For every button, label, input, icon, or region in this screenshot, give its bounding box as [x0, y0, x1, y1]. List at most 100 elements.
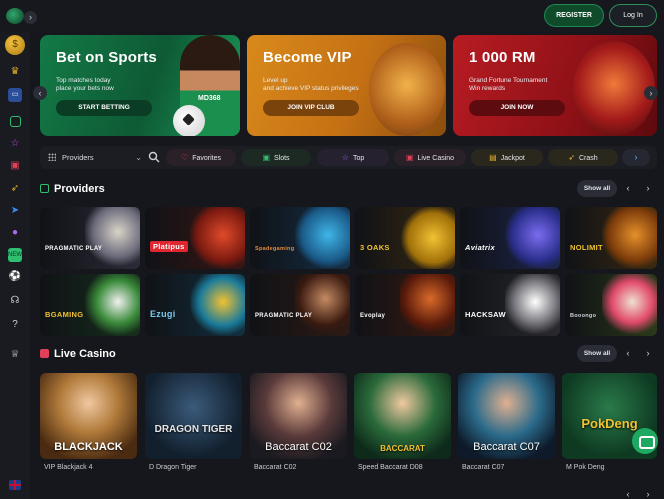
brand-logo: MD368 [198, 95, 221, 102]
provider-art [295, 207, 350, 269]
provider-art [505, 274, 560, 336]
provider-tile[interactable]: Platipus [145, 207, 245, 269]
filter-slots[interactable]: ▣ Slots [241, 149, 311, 166]
provider-tile[interactable]: PRAGMATIC PLAY [250, 274, 350, 336]
pill-label: Crash [579, 155, 598, 162]
filter-jackpot[interactable]: ▤ Jackpot [471, 149, 543, 166]
help-icon[interactable]: ? [8, 318, 22, 332]
arrow-icon[interactable]: ➤ [8, 204, 22, 218]
provider-art [85, 274, 140, 336]
live-game-name: M Pok Deng [566, 464, 605, 471]
live-game-name: D Dragon Tiger [149, 464, 197, 471]
star-icon[interactable]: ☆ [8, 137, 22, 151]
join-now-button[interactable]: JOIN NOW [469, 100, 565, 116]
provider-tile[interactable]: Aviatrix [460, 207, 560, 269]
live-game-tile[interactable]: DRAGON TIGER [145, 373, 242, 459]
coin-icon[interactable]: $ [5, 35, 25, 55]
pill-label: Favorites [192, 155, 221, 162]
provider-name: Booongo [570, 313, 597, 319]
join-vip-button[interactable]: JOIN VIP CLUB [263, 100, 359, 116]
live-casino-show-all-button[interactable]: Show all [577, 345, 617, 362]
provider-name: Ezugi [150, 309, 176, 319]
live-casino-next-button[interactable]: › [643, 347, 653, 359]
chevron-down-icon: ⌄ [135, 153, 142, 162]
start-betting-button[interactable]: START BETTING [56, 100, 152, 116]
providers-dropdown-label: Providers [62, 153, 94, 162]
banner-prev-button[interactable]: ‹ [33, 86, 47, 100]
provider-tile[interactable]: Evoplay [355, 274, 455, 336]
uk-flag-icon[interactable] [9, 480, 21, 490]
new-icon[interactable]: NEW [8, 248, 22, 262]
live-game-tile[interactable]: BLACKJACK [40, 373, 137, 459]
provider-name: NOLIMIT [570, 243, 603, 252]
provider-art [85, 207, 140, 269]
headset-icon[interactable]: ☊ [8, 294, 22, 308]
next-section-next-button[interactable]: › [643, 488, 653, 499]
crown-icon[interactable]: ♛ [8, 65, 22, 79]
chip-icon[interactable]: ● [8, 226, 22, 240]
logo-icon[interactable] [6, 8, 24, 24]
pill-label: Jackpot [500, 155, 525, 162]
live-game-tile[interactable]: BACCARAT [354, 373, 451, 459]
provider-tile[interactable]: BGAMING [40, 274, 140, 336]
pill-label: Live Casino [417, 155, 455, 162]
live-game-caption: Baccarat C07 [473, 441, 540, 453]
filter-favorites[interactable]: ♡ Favorites [166, 149, 236, 166]
search-icon[interactable] [148, 151, 160, 163]
providers-prev-button[interactable]: ‹ [623, 182, 633, 194]
provider-art [190, 274, 245, 336]
banner-title: Become VIP [263, 49, 352, 66]
provider-art [295, 274, 350, 336]
register-button[interactable]: REGISTER [544, 4, 604, 27]
provider-name: Evoplay [360, 313, 386, 319]
provider-tile[interactable]: Ezugi [145, 274, 245, 336]
provider-tile[interactable]: Spadegaming [250, 207, 350, 269]
filter-live-casino[interactable]: ▣ Live Casino [394, 149, 466, 166]
live-game-tile[interactable]: Baccarat C07 [458, 373, 555, 459]
provider-tile[interactable]: NOLIMIT [565, 207, 657, 269]
crash-icon: ➶ [568, 153, 575, 162]
providers-heading: Providers [40, 183, 105, 195]
next-section-prev-button[interactable]: ‹ [623, 488, 633, 499]
banner-tournament[interactable]: 1 000 RM Grand Fortune Tournament Win rew… [453, 35, 657, 136]
provider-name: Spadegaming [255, 246, 295, 252]
provider-tile[interactable]: 3 OAKS [355, 207, 455, 269]
provider-tile[interactable]: Booongo [565, 274, 657, 336]
live-casino-prev-button[interactable]: ‹ [623, 347, 633, 359]
rocket-icon[interactable]: ➶ [8, 182, 22, 196]
slot-icon[interactable] [10, 116, 21, 127]
tv-icon[interactable]: ▭ [8, 88, 22, 102]
heart-icon: ♡ [181, 153, 189, 162]
banner-sports[interactable]: Bet on Sports Top matches today place you… [40, 35, 240, 136]
providers-dropdown[interactable]: Providers ⌄ [46, 149, 142, 166]
filter-top[interactable]: ☆ Top [317, 149, 389, 166]
live-icon[interactable]: ▣ [8, 159, 22, 173]
provider-art [602, 274, 657, 336]
provider-tile[interactable]: HACKSAW [460, 274, 560, 336]
tiger-figure [573, 41, 655, 136]
expand-sidebar-button[interactable]: › [24, 11, 37, 24]
filter-crash[interactable]: ➶ Crash [548, 149, 618, 166]
provider-tile[interactable]: PRAGMATIC PLAY [40, 207, 140, 269]
pill-label: Slots [274, 155, 290, 162]
login-button[interactable]: Log In [609, 4, 657, 27]
provider-art [505, 207, 560, 269]
providers-show-all-button[interactable]: Show all [577, 180, 617, 197]
sidebar: $ ♛ ▭ ☆ ▣ ➶ ➤ ● NEW ⚽ ☊ ? ♕ [0, 32, 30, 499]
filter-next-button[interactable]: › [622, 149, 650, 166]
live-game-caption: DRAGON TIGER [154, 424, 233, 435]
banner-next-button[interactable]: › [644, 86, 658, 100]
live-game-name: Baccarat C02 [254, 464, 297, 471]
trophy-icon[interactable]: ♕ [8, 348, 22, 362]
chat-button[interactable] [632, 428, 658, 454]
ball-icon[interactable]: ⚽ [8, 270, 22, 284]
live-game-caption: Baccarat C02 [265, 441, 332, 453]
banner-vip[interactable]: Become VIP Level up and achieve VIP statu… [247, 35, 446, 136]
provider-name: 3 OAKS [360, 243, 390, 252]
provider-art [400, 207, 455, 269]
slot-icon: ▣ [262, 153, 270, 162]
top-bar: › REGISTER Log In [0, 0, 664, 32]
providers-next-button[interactable]: › [643, 182, 653, 194]
live-game-tile[interactable]: Baccarat C02 [250, 373, 347, 459]
provider-art [602, 207, 657, 269]
